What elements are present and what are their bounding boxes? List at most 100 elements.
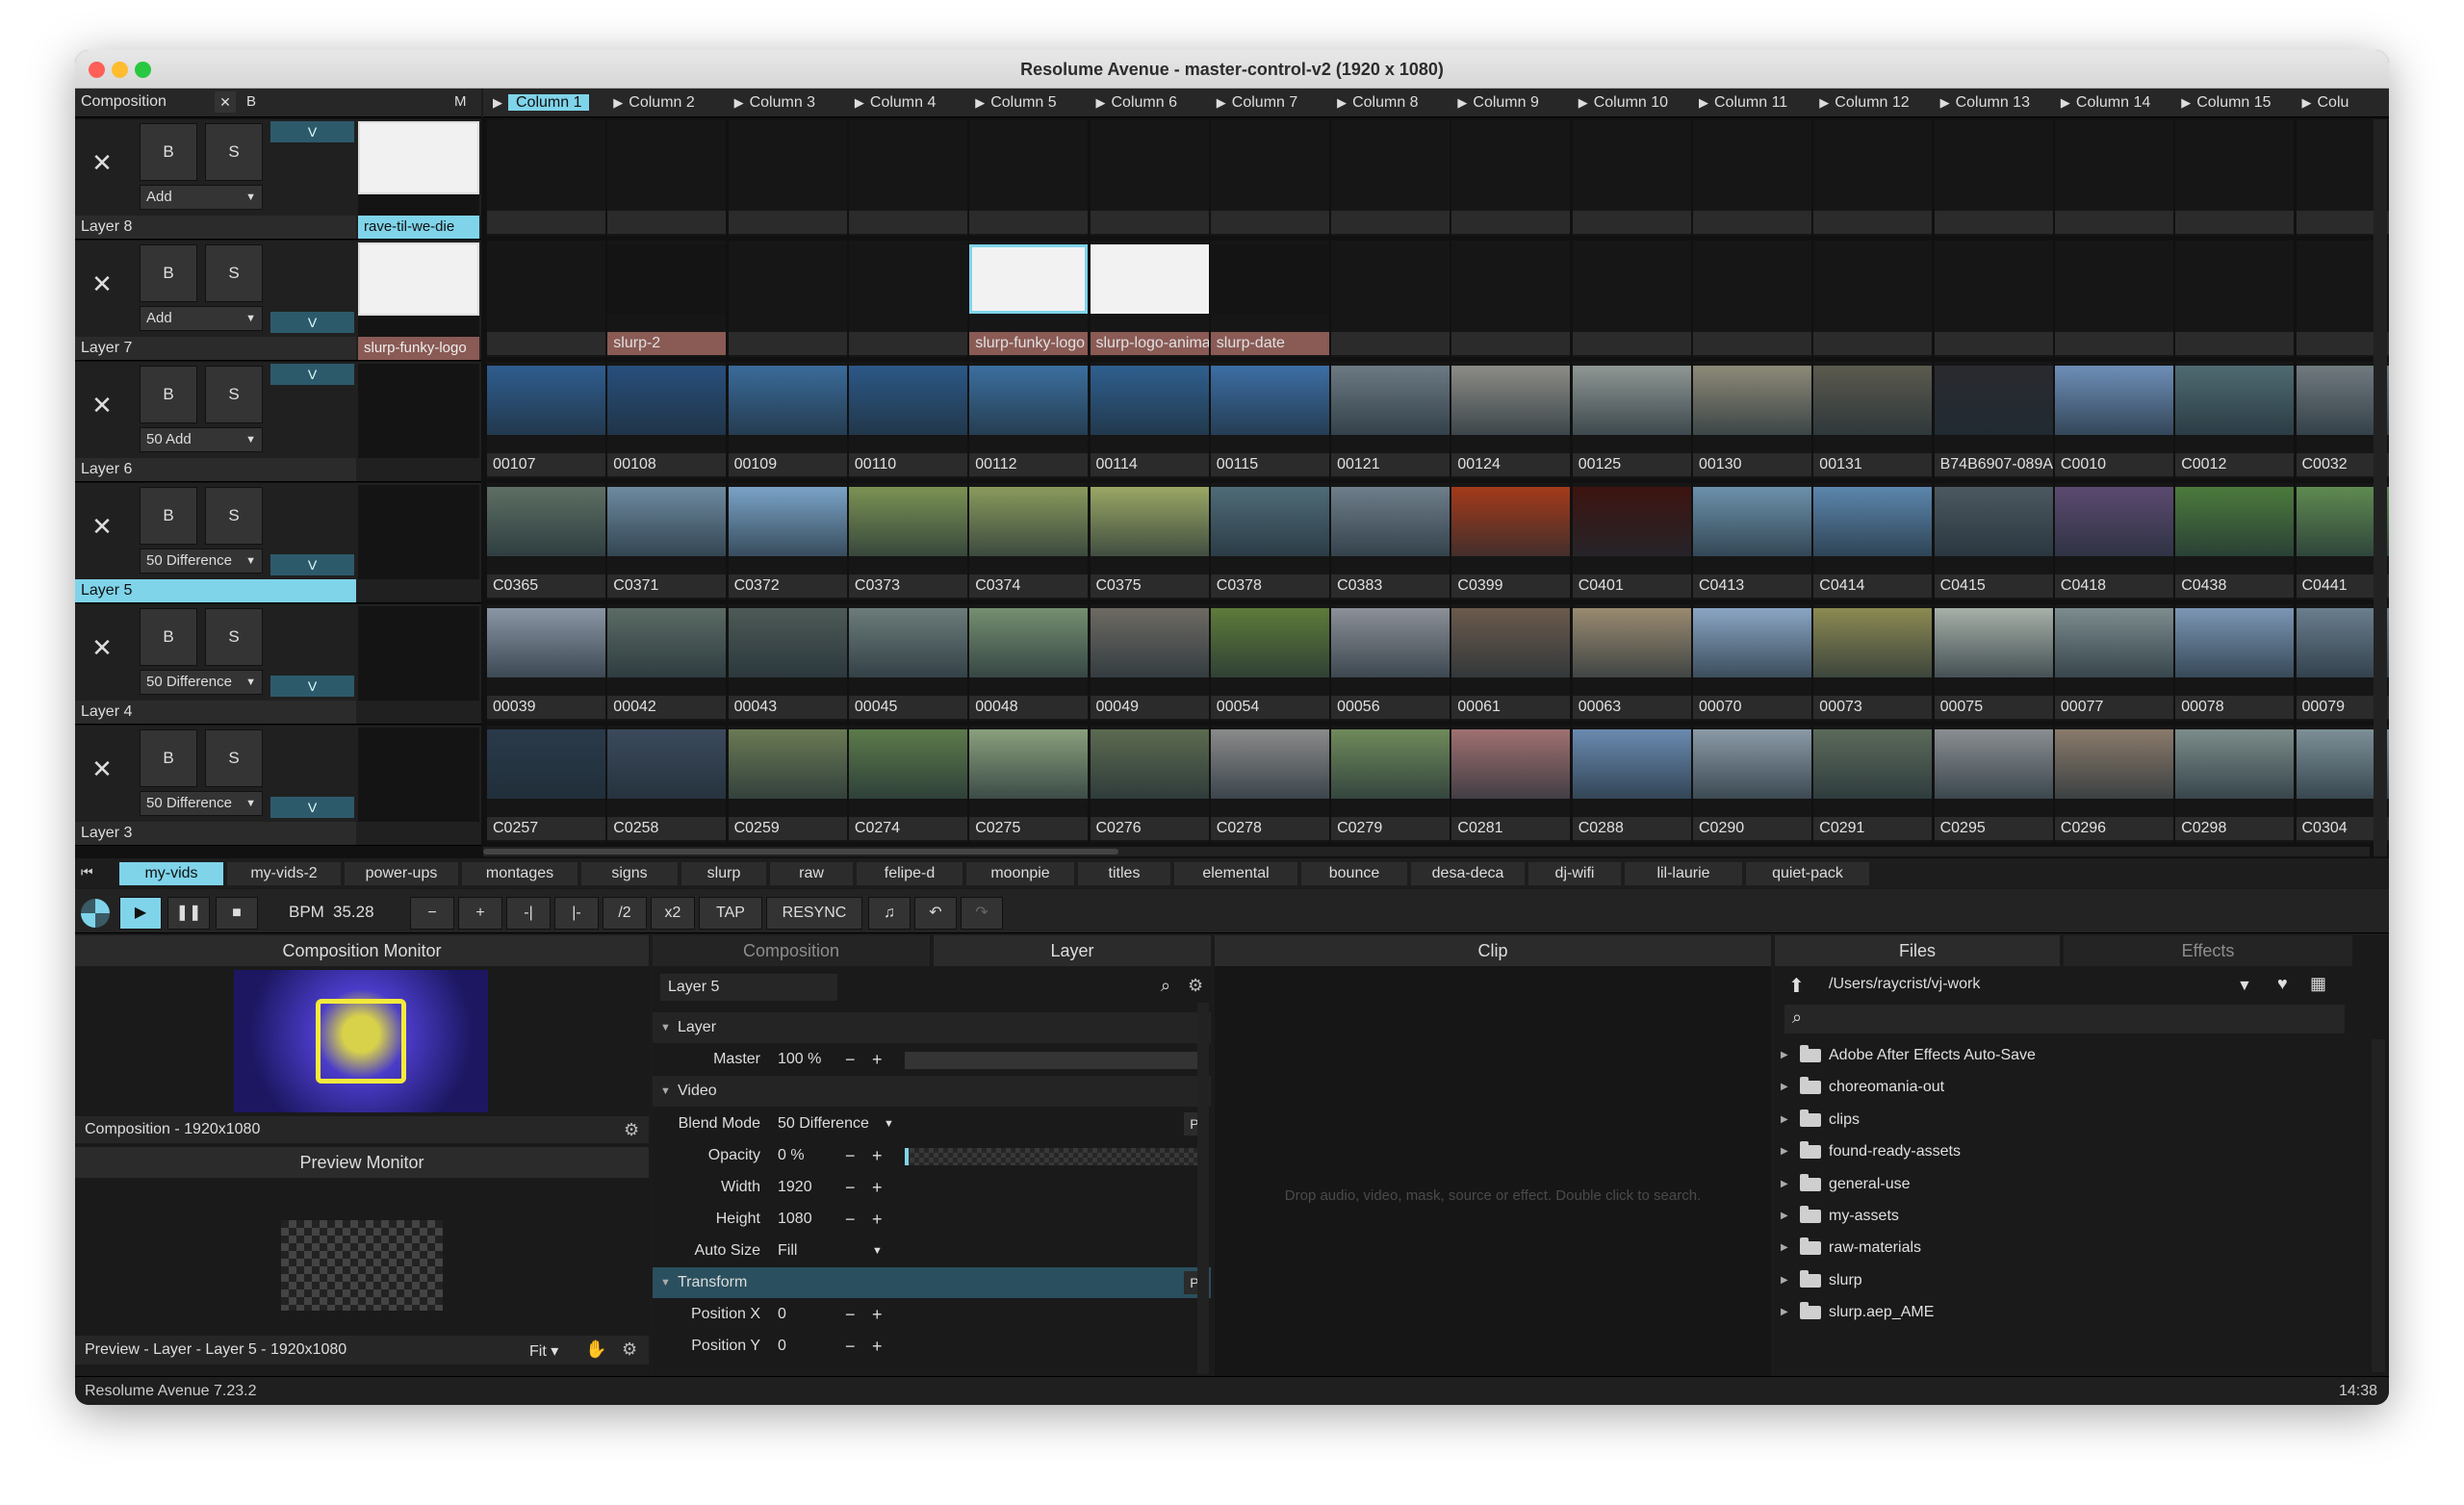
column-play-icon[interactable]: ▶ (1693, 89, 1714, 117)
expand-icon[interactable]: ▶ (1781, 1200, 1788, 1232)
prop-blend-value[interactable]: 50 Difference (778, 1109, 869, 1139)
master-slider[interactable] (905, 1052, 1203, 1069)
tab-files[interactable]: Files (1775, 935, 2060, 966)
clip-slot[interactable]: C0258 (607, 726, 727, 842)
layer-solo-button[interactable]: S (205, 729, 263, 787)
column-play-icon[interactable]: ▶ (1813, 89, 1835, 117)
clip-slot[interactable]: 00121 (1331, 362, 1450, 478)
files-search-input[interactable]: ⌕ (1784, 1005, 2345, 1033)
layer-bypass-button[interactable]: B (140, 366, 197, 423)
opacity-slider[interactable] (905, 1148, 1201, 1165)
pause-button[interactable]: ❚❚ (167, 897, 210, 930)
bpm-plus-button[interactable]: + (458, 897, 502, 930)
layer-video-button[interactable]: V (270, 797, 354, 818)
clip-slot[interactable]: C0276 (1090, 726, 1209, 842)
clip-slot[interactable]: 00073 (1813, 604, 1933, 721)
grid-scrollbar[interactable] (2374, 119, 2387, 856)
clip-slot[interactable]: 00042 (607, 604, 727, 721)
layer-solo-button[interactable]: S (205, 487, 263, 545)
tab-effects[interactable]: Effects (2064, 935, 2352, 966)
hand-icon[interactable]: ✋ (585, 1339, 606, 1360)
clip-slot[interactable] (2054, 241, 2173, 357)
clip-slot[interactable]: 00070 (1693, 604, 1811, 721)
layer-bypass-button[interactable]: B (140, 729, 197, 787)
clip-slot[interactable]: 00114 (1090, 362, 1209, 478)
clip-slot[interactable]: 00112 (969, 362, 1089, 478)
column-play-icon[interactable]: ▶ (1935, 89, 1956, 117)
layer-solo-button[interactable]: S (205, 244, 263, 302)
layer-clear-button[interactable]: ✕ (89, 512, 116, 542)
bpm-minus-button[interactable]: − (410, 897, 454, 930)
layer-name-field[interactable]: Layer 5 (660, 974, 837, 1001)
prop-width[interactable]: Width 1920 − + (653, 1172, 1211, 1203)
clip-slot[interactable]: slurp-2 (607, 241, 727, 357)
clip-slot[interactable]: C0012 (2175, 362, 2295, 478)
composition-label[interactable]: Composition (81, 93, 167, 111)
clip-slot[interactable]: 00110 (848, 362, 967, 478)
layer-bypass-button[interactable]: B (140, 123, 197, 181)
clip-slot[interactable]: C0375 (1090, 483, 1209, 599)
clip-slot[interactable]: 00077 (2054, 604, 2173, 721)
layer-solo-button[interactable]: S (205, 366, 263, 423)
expand-icon[interactable]: ▶ (1781, 1264, 1788, 1296)
clip-slot[interactable] (1813, 119, 1933, 236)
layer-blend-dropdown[interactable]: 50 Difference ▼ (140, 670, 263, 695)
layer-bypass-button[interactable]: B (140, 608, 197, 666)
column-header-9[interactable]: ▶ Column 9 (1451, 89, 1572, 117)
layer-name[interactable]: Layer 4 (75, 701, 356, 724)
column-header-4[interactable]: ▶ Column 4 (849, 89, 969, 117)
width-minus[interactable]: − (845, 1172, 856, 1203)
clip-slot[interactable]: 00063 (1572, 604, 1691, 721)
expand-icon[interactable]: ▶ (1781, 1232, 1788, 1263)
layer-blend-dropdown[interactable]: 50 Difference ▼ (140, 548, 263, 574)
clip-slot[interactable]: C0414 (1813, 483, 1933, 599)
posx-plus[interactable]: + (872, 1299, 883, 1330)
file-folder-item[interactable]: ▶ clips (1775, 1104, 2333, 1135)
search-icon[interactable]: ⌕ (1161, 976, 1170, 996)
clip-slot[interactable] (1693, 119, 1811, 236)
clip-slot[interactable] (487, 119, 605, 236)
clip-slot[interactable] (2175, 241, 2295, 357)
clip-slot[interactable]: C0295 (1934, 726, 2053, 842)
clip-slot[interactable]: C0401 (1572, 483, 1691, 599)
deck-tab-signs[interactable]: signs (581, 862, 678, 885)
file-folder-item[interactable]: ▶ found-ready-assets (1775, 1135, 2333, 1167)
height-minus[interactable]: − (845, 1204, 856, 1235)
expand-icon[interactable]: ▶ (1781, 1135, 1788, 1167)
nudge-right-button[interactable]: |- (554, 897, 599, 930)
path-dropdown-icon[interactable]: ▼ (2237, 978, 2252, 995)
layer-video-button[interactable]: V (270, 676, 354, 697)
half-bpm-button[interactable]: /2 (603, 897, 647, 930)
clip-slot[interactable]: 00075 (1934, 604, 2053, 721)
master-plus[interactable]: + (872, 1044, 883, 1075)
clip-slot[interactable]: B74B6907-089A-4... (1934, 362, 2053, 478)
column-play-icon[interactable]: ▶ (2297, 89, 2318, 117)
prop-height-value[interactable]: 1080 (778, 1204, 812, 1235)
file-folder-item[interactable]: ▶ Adobe After Effects Auto-Save (1775, 1039, 2333, 1071)
posy-plus[interactable]: + (872, 1331, 883, 1362)
tap-button[interactable]: TAP (699, 897, 762, 930)
clip-slot[interactable] (607, 119, 727, 236)
file-folder-item[interactable]: ▶ general-use (1775, 1168, 2333, 1200)
prop-master[interactable]: Master 100 % − + (653, 1044, 1211, 1075)
clip-slot[interactable] (848, 119, 967, 236)
tab-composition[interactable]: Composition (653, 935, 930, 966)
column-header-16[interactable]: ▶ Colu (2297, 89, 2390, 117)
clip-slot[interactable] (1451, 119, 1571, 236)
deck-tab-my-vids[interactable]: my-vids (119, 862, 223, 885)
clip-slot[interactable]: 00043 (728, 604, 847, 721)
section-video[interactable]: ▼ Video (653, 1076, 1211, 1107)
up-folder-icon[interactable]: ⬆ (1788, 974, 1805, 998)
prop-height[interactable]: Height 1080 − + (653, 1204, 1211, 1235)
clip-slot[interactable]: C0383 (1331, 483, 1450, 599)
column-play-icon[interactable]: ▶ (2175, 89, 2196, 117)
column-play-icon[interactable]: ▶ (2055, 89, 2076, 117)
clip-slot[interactable]: C0279 (1331, 726, 1450, 842)
clip-slot[interactable] (2175, 119, 2295, 236)
column-play-icon[interactable]: ▶ (1573, 89, 1594, 117)
expand-icon[interactable]: ▶ (1781, 1168, 1788, 1200)
deck-tab-quiet-pack[interactable]: quiet-pack (1746, 862, 1869, 885)
layer-clear-button[interactable]: ✕ (89, 148, 116, 178)
column-header-13[interactable]: ▶ Column 13 (1935, 89, 2055, 117)
clip-slot[interactable] (1572, 119, 1691, 236)
